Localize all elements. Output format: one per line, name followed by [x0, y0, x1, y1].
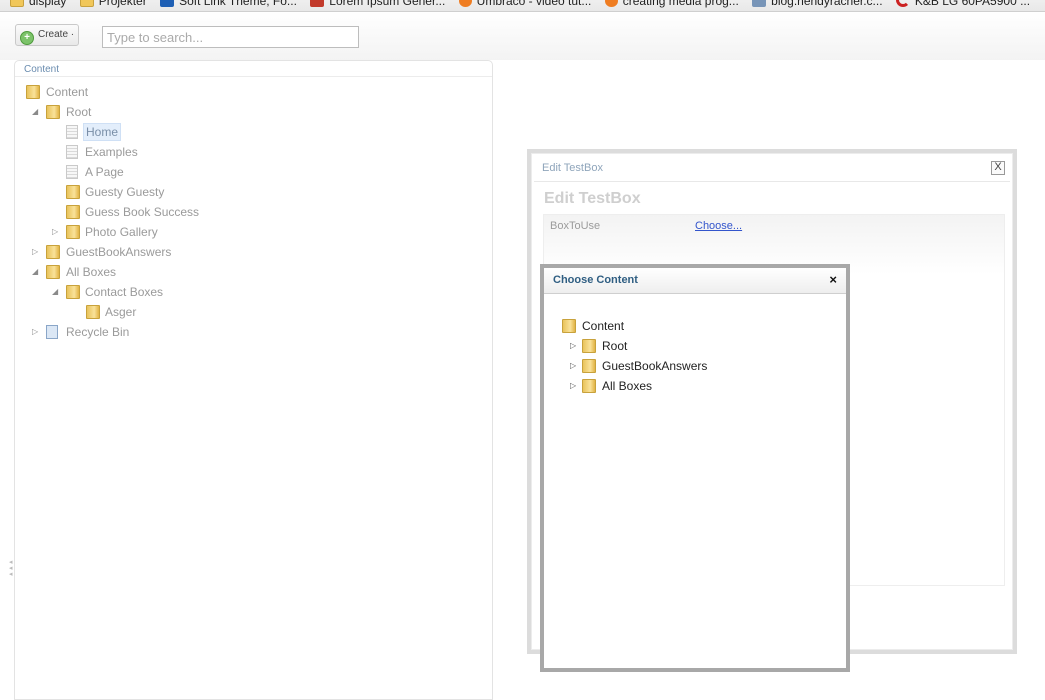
folder-icon: [10, 0, 24, 7]
collapsed-arrow-icon[interactable]: ▷: [32, 324, 38, 340]
dialog-title: Choose Content: [553, 274, 638, 286]
bookmark-umbraco[interactable]: Umbraco - video tut...: [458, 0, 591, 11]
page-icon: [66, 165, 78, 179]
folder-icon: [26, 85, 40, 99]
bookmark-kb[interactable]: K&B LG 60PA5900 ...: [895, 0, 1030, 11]
collapsed-arrow-icon[interactable]: ▷: [52, 224, 58, 240]
content-tree-panel: Content Content ◢ Root Home Examples A P…: [14, 60, 493, 700]
folder-icon: [46, 105, 60, 119]
recycle-bin-icon: [46, 325, 58, 339]
bookmark-projekter[interactable]: Projekter: [79, 0, 147, 11]
chevron-down-icon: ·: [68, 29, 75, 40]
page-icon: [66, 125, 78, 139]
folder-icon: [562, 319, 576, 333]
folder-icon: [46, 245, 60, 259]
bookmark-lorem[interactable]: Lorem Ipsum Gener...: [310, 0, 445, 11]
site-icon: [752, 0, 767, 7]
splitter-handle[interactable]: ◂ ◂ ◂: [9, 559, 13, 578]
bookmark-soft-link[interactable]: Soft Link Theme, Fo...: [160, 0, 297, 11]
page-title: Edit TestBox: [544, 190, 641, 207]
bookmark-blog[interactable]: blog.hendyracher.c...: [752, 0, 883, 11]
toolbar: + Create ·: [0, 12, 1045, 60]
collapsed-arrow-icon[interactable]: ▷: [570, 378, 576, 394]
page-icon: [66, 145, 78, 159]
folder-icon: [46, 265, 60, 279]
plus-icon: +: [20, 31, 34, 45]
site-icon: [604, 0, 618, 7]
close-button[interactable]: X: [991, 161, 1005, 175]
bookmarks-bar: display Projekter Soft Link Theme, Fo...…: [0, 0, 1045, 12]
collapsed-arrow-icon[interactable]: ▷: [32, 244, 38, 260]
site-icon: [895, 0, 910, 7]
bookmark-display[interactable]: display: [10, 0, 66, 11]
folder-icon: [86, 305, 100, 319]
folder-icon: [79, 0, 94, 7]
collapsed-arrow-icon[interactable]: ▷: [570, 338, 576, 354]
dialog-title: Edit TestBox: [542, 162, 603, 174]
property-label: BoxToUse: [550, 220, 601, 232]
bookmark-creating-media[interactable]: creating media prog...: [604, 0, 739, 11]
choose-content-dialog: Choose Content × Content ▷ Root ▷ GuestB…: [540, 264, 850, 672]
choose-link[interactable]: Choose...: [695, 220, 742, 232]
folder-icon: [582, 359, 596, 373]
collapsed-arrow-icon[interactable]: ▷: [570, 358, 576, 374]
folder-icon: [66, 185, 80, 199]
expanded-arrow-icon[interactable]: ◢: [52, 284, 58, 300]
folder-icon: [582, 379, 596, 393]
site-icon: [458, 0, 472, 7]
panel-title: Content: [24, 64, 60, 75]
site-icon: [160, 0, 175, 7]
search-input[interactable]: [102, 26, 359, 48]
expanded-arrow-icon[interactable]: ◢: [32, 264, 38, 280]
close-button[interactable]: ×: [829, 272, 837, 287]
expanded-arrow-icon[interactable]: ◢: [32, 104, 38, 120]
dialog-header: Choose Content ×: [544, 268, 846, 294]
site-icon: [310, 0, 325, 7]
folder-icon: [66, 205, 80, 219]
create-button[interactable]: + Create ·: [15, 24, 79, 46]
divider: [15, 76, 492, 77]
folder-icon: [66, 285, 80, 299]
divider: [534, 181, 1010, 182]
folder-icon: [582, 339, 596, 353]
folder-icon: [66, 225, 80, 239]
